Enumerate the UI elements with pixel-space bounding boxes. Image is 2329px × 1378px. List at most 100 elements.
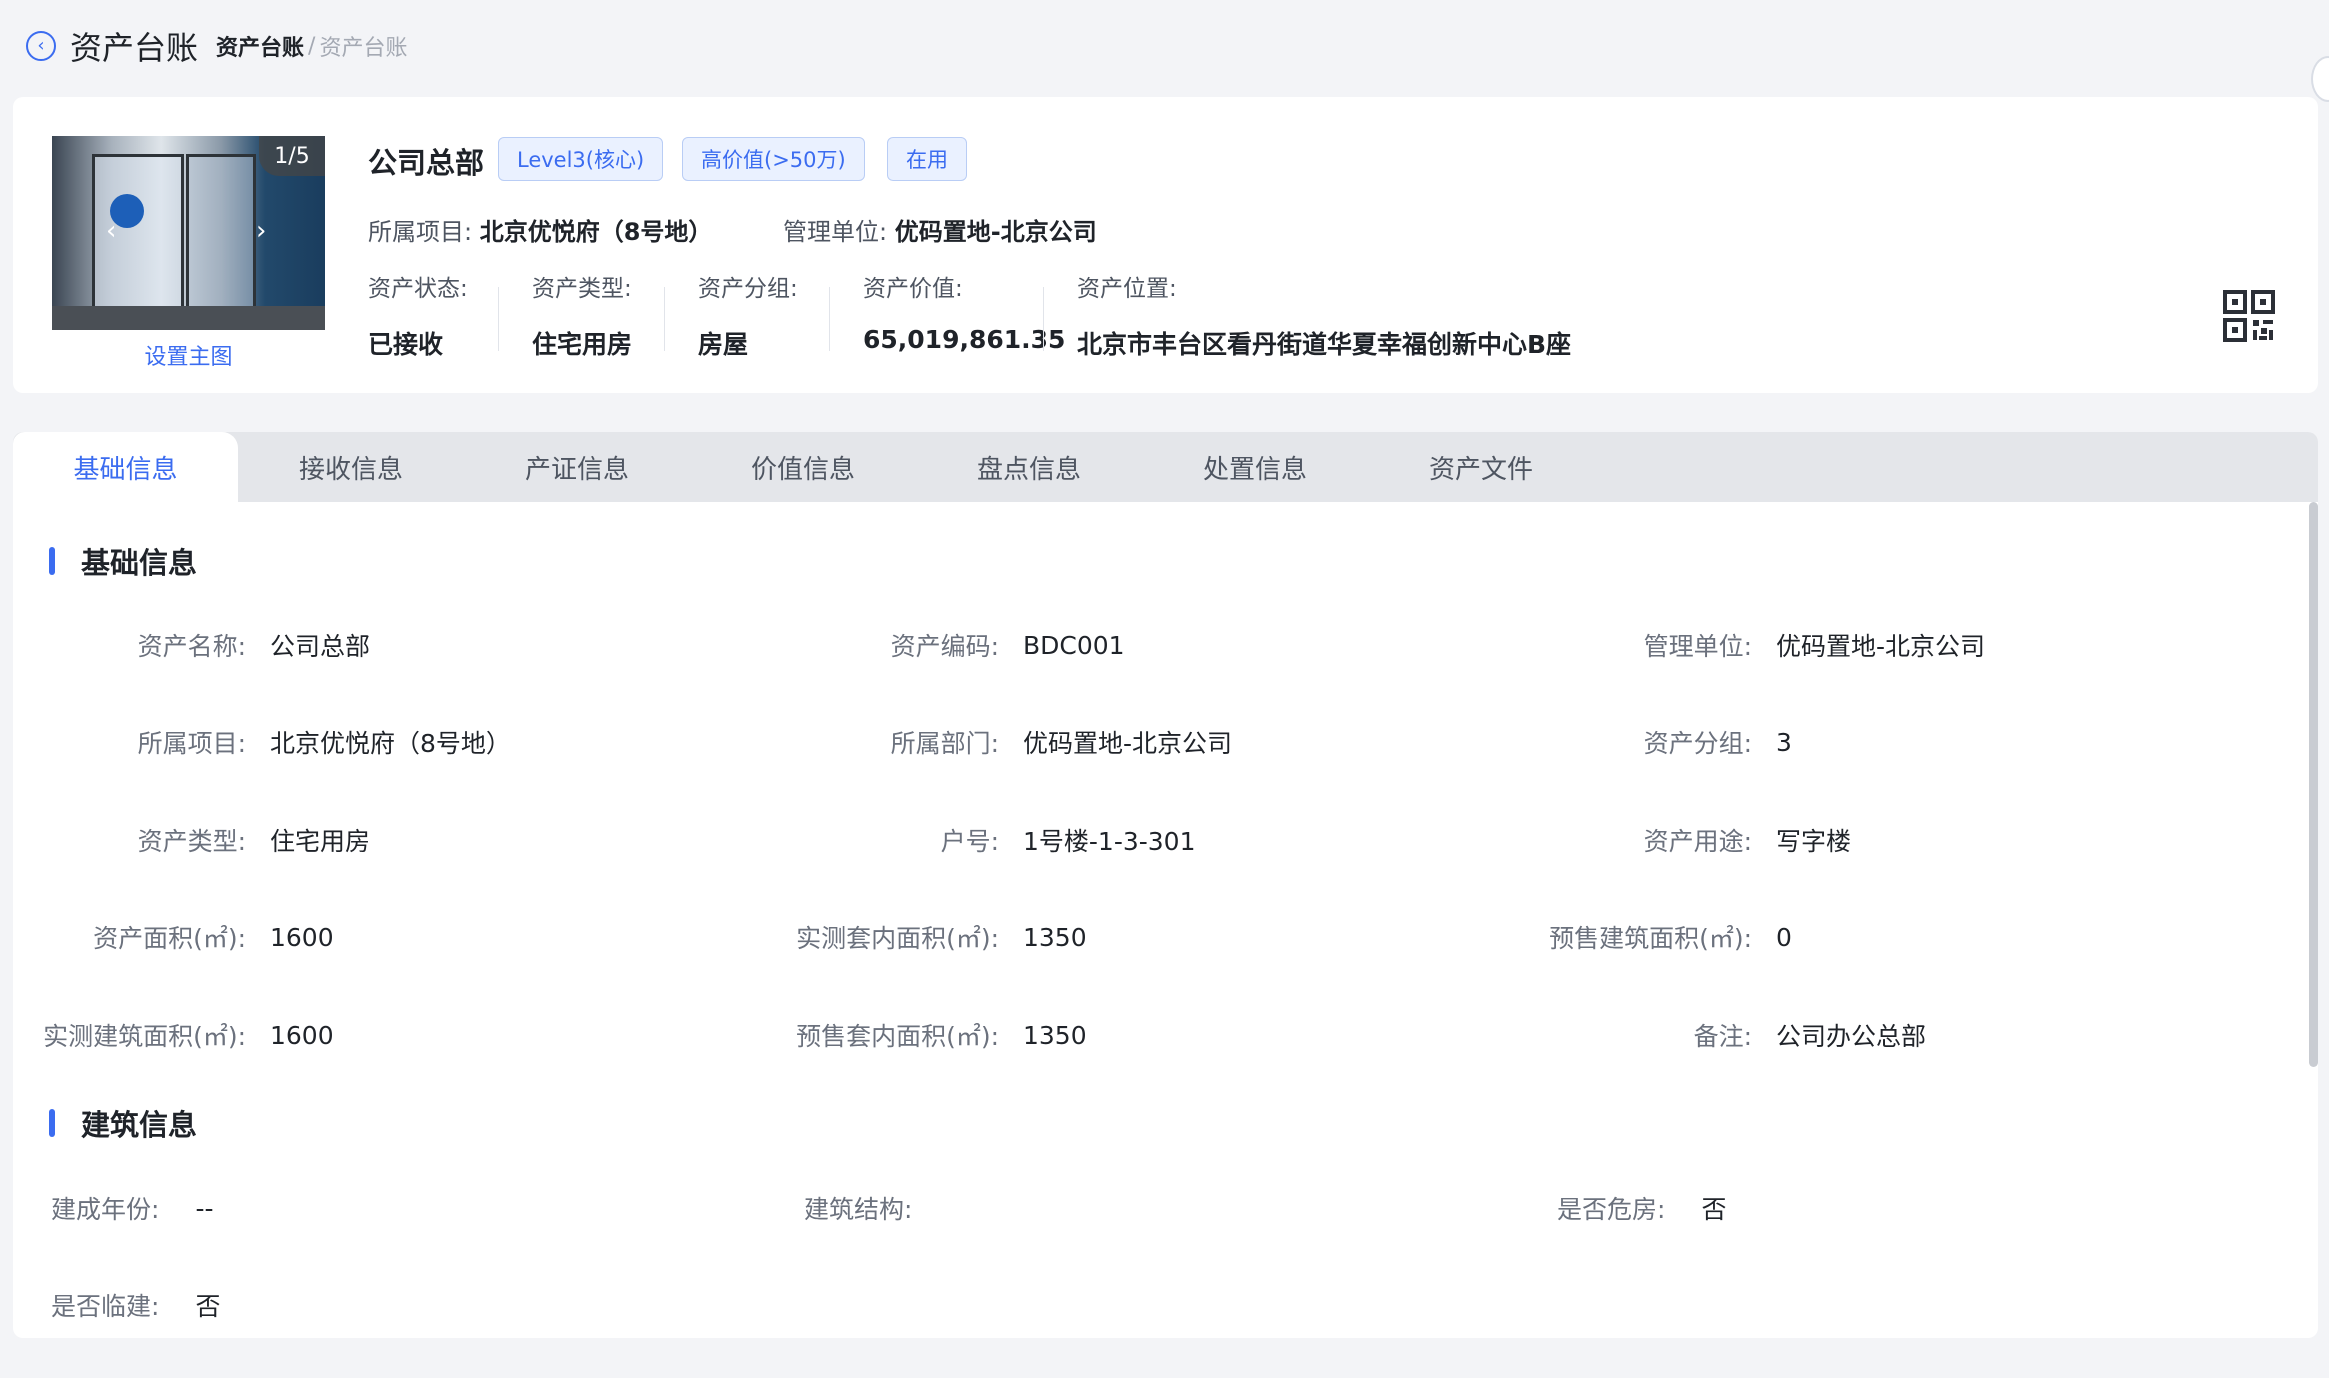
divider	[829, 287, 830, 351]
field-label: 资产面积(㎡):	[93, 924, 246, 953]
chevron-left-icon[interactable]: ‹	[106, 218, 116, 244]
field-value: 优码置地-北京公司	[1023, 729, 1233, 758]
field-label: 管理单位:	[1643, 632, 1752, 661]
asset-summary-card: 1/5 ‹ › 设置主图 公司总部 Level3(核心) 高价值(>50万) 在…	[13, 97, 2318, 393]
page-title: 资产台账	[70, 29, 199, 67]
field-presale-building-area: 预售建筑面积(㎡): 0	[1519, 919, 1792, 955]
tab-disposal-info[interactable]: 处置信息	[1142, 432, 1368, 502]
field-value: 否	[195, 1292, 221, 1321]
section-title-building: 建筑信息	[49, 1102, 197, 1144]
stat-value-amount: 资产价值: 65,019,861.35	[863, 269, 1065, 354]
tab-inventory-info[interactable]: 盘点信息	[916, 432, 1142, 502]
field-label: 资产分组:	[1643, 729, 1752, 758]
field-label: 资产用途:	[1643, 827, 1752, 856]
field-label: 预售建筑面积(㎡):	[1549, 924, 1752, 953]
detail-card: 基础信息 接收信息 产证信息 价值信息 盘点信息 处置信息 资产文件 基础信息 …	[13, 432, 2318, 1338]
divider	[498, 287, 499, 351]
divider	[1043, 287, 1044, 351]
tab-basic-info[interactable]: 基础信息	[13, 432, 238, 502]
breadcrumb-current[interactable]: 资产台账	[216, 30, 304, 62]
field-measured-inner-area: 实测套内面积(㎡): 1350	[766, 919, 1087, 955]
qr-code-icon[interactable]	[2223, 290, 2275, 342]
tab-certificate-info[interactable]: 产证信息	[464, 432, 690, 502]
section-title-text: 基础信息	[81, 546, 198, 580]
tab-bar: 基础信息 接收信息 产证信息 价值信息 盘点信息 处置信息 资产文件	[13, 432, 2318, 502]
field-value: 1350	[1023, 1020, 1087, 1050]
stat-label: 资产状态:	[368, 276, 468, 302]
field-label: 预售套内面积(㎡):	[796, 1022, 999, 1051]
tab-value-info[interactable]: 价值信息	[690, 432, 916, 502]
field-label: 是否危房:	[1557, 1195, 1666, 1224]
project-meta: 所属项目: 北京优悦府（8号地）	[368, 212, 712, 247]
field-value: 公司总部	[270, 632, 371, 661]
breadcrumb-separator: /	[308, 33, 316, 59]
section-title-basic: 基础信息	[49, 540, 197, 582]
stat-label: 资产价值:	[863, 276, 963, 302]
field-build-year: 建成年份: --	[51, 1190, 213, 1226]
value-tag: 高价值(>50万)	[682, 137, 865, 181]
unit-meta: 管理单位: 优码置地-北京公司	[783, 212, 1097, 247]
stat-label: 资产类型:	[532, 276, 632, 302]
field-label: 资产编码:	[890, 632, 999, 661]
field-value: 3	[1776, 727, 1792, 757]
field-label: 资产名称:	[137, 632, 246, 661]
set-main-image-link[interactable]: 设置主图	[52, 339, 325, 371]
stat-group: 资产分组: 房屋	[698, 269, 798, 361]
tab-asset-files[interactable]: 资产文件	[1368, 432, 1594, 502]
field-asset-usage: 资产用途: 写字楼	[1519, 822, 1851, 858]
level-tag: Level3(核心)	[498, 137, 664, 181]
section-title-text: 建筑信息	[81, 1108, 198, 1142]
field-label: 建筑结构:	[804, 1195, 913, 1224]
field-dangerous-building: 是否危房: 否	[1557, 1190, 1726, 1226]
field-value: 1350	[1023, 922, 1087, 952]
stat-location: 资产位置: 北京市丰台区看丹街道华夏幸福创新中心B座	[1077, 269, 1571, 361]
field-asset-area: 资产面积(㎡): 1600	[13, 919, 334, 955]
tab-receive-info[interactable]: 接收信息	[238, 432, 464, 502]
chevron-right-icon[interactable]: ›	[256, 218, 266, 244]
field-department: 所属部门: 优码置地-北京公司	[766, 724, 1232, 760]
field-asset-code: 资产编码: BDC001	[766, 627, 1125, 663]
stat-value: 北京市丰台区看丹街道华夏幸福创新中心B座	[1077, 330, 1572, 359]
field-label: 资产类型:	[137, 827, 246, 856]
stat-type: 资产类型: 住宅用房	[532, 269, 632, 361]
vertical-scrollbar[interactable]	[2309, 502, 2318, 1067]
field-remark: 备注: 公司办公总部	[1519, 1017, 1926, 1053]
unit-label: 管理单位:	[783, 218, 888, 246]
field-label: 备注:	[1693, 1022, 1752, 1051]
field-label: 建成年份:	[51, 1195, 160, 1224]
page-header: ‹ 资产台账 资产台账 / 资产台账	[0, 0, 2329, 102]
stat-value: 已接收	[368, 330, 444, 359]
side-float-button[interactable]	[2311, 56, 2329, 102]
field-temporary-building: 是否临建: 否	[51, 1287, 220, 1323]
field-value: 1号楼-1-3-301	[1023, 827, 1196, 856]
field-label: 所属项目:	[137, 729, 246, 758]
field-asset-type: 资产类型: 住宅用房	[13, 822, 370, 858]
field-value: BDC001	[1023, 630, 1125, 660]
field-house-number: 户号: 1号楼-1-3-301	[766, 822, 1196, 858]
field-label: 所属部门:	[890, 729, 999, 758]
photo-counter: 1/5	[259, 136, 325, 176]
photo-floor-graphic	[52, 306, 325, 330]
field-value: 1600	[270, 1020, 334, 1050]
field-project: 所属项目: 北京优悦府（8号地）	[13, 724, 511, 760]
section-bar	[49, 1109, 55, 1137]
field-label: 实测建筑面积(㎡):	[43, 1022, 246, 1051]
stat-value: 住宅用房	[532, 330, 633, 359]
field-value: 1600	[270, 922, 334, 952]
field-value: 优码置地-北京公司	[1776, 632, 1986, 661]
field-presale-inner-area: 预售套内面积(㎡): 1350	[766, 1017, 1087, 1053]
breadcrumb-last: 资产台账	[319, 36, 408, 61]
back-icon[interactable]: ‹	[26, 31, 56, 61]
field-label: 户号:	[940, 827, 999, 856]
field-value: 北京优悦府（8号地）	[270, 729, 511, 758]
field-label: 是否临建:	[51, 1292, 160, 1321]
field-value: 写字楼	[1776, 827, 1852, 856]
field-value: 住宅用房	[270, 827, 371, 856]
stat-value: 65,019,861.35	[863, 325, 1066, 354]
asset-photo[interactable]: 1/5 ‹ ›	[52, 136, 325, 330]
field-value: 公司办公总部	[1776, 1022, 1927, 1051]
photo-door-graphic	[186, 154, 256, 324]
asset-name: 公司总部	[368, 146, 485, 180]
unit-value: 优码置地-北京公司	[894, 218, 1097, 246]
field-asset-group: 资产分组: 3	[1519, 724, 1792, 760]
